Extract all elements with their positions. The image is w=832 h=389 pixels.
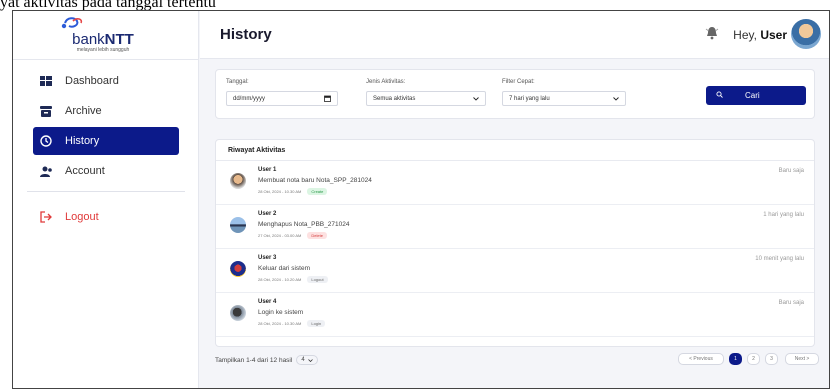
notification-bell-icon[interactable] bbox=[705, 26, 719, 40]
logout-label: Logout bbox=[65, 211, 99, 223]
sidebar-item-account[interactable]: Account bbox=[33, 157, 179, 185]
avatar bbox=[230, 305, 246, 321]
account-icon bbox=[39, 164, 53, 178]
activity-row[interactable]: User 3 Keluar dari sistem 28 Okt, 2024 -… bbox=[216, 249, 814, 293]
activity-timestamp: 28 Okt, 2024 - 10.20 AM bbox=[258, 277, 302, 282]
activity-meta: 28 Okt, 2024 - 10.30 AM Create bbox=[258, 188, 328, 195]
activity-description: Login ke sistem bbox=[258, 309, 304, 316]
chevron-down-icon bbox=[613, 96, 619, 101]
activity-row[interactable]: User 2 Menghapus Nota_PBB_271024 27 Okt,… bbox=[216, 205, 814, 249]
chevron-down-icon bbox=[307, 358, 313, 362]
pagination-info: Tampilkan 1-4 dari 12 hasil 4 bbox=[215, 355, 318, 365]
dashboard-icon bbox=[39, 74, 53, 88]
activity-relative-time: Baru saja bbox=[778, 168, 804, 174]
sidebar-item-dashboard[interactable]: Dashboard bbox=[33, 67, 179, 95]
search-button[interactable]: Cari bbox=[706, 86, 806, 105]
sidebar-item-label: History bbox=[65, 135, 100, 147]
logout-icon bbox=[39, 210, 53, 224]
archive-icon bbox=[39, 104, 53, 118]
activity-type-label: Jenis Aktivitas: bbox=[366, 79, 406, 85]
divider bbox=[13, 59, 199, 60]
avatar bbox=[230, 217, 246, 233]
activity-row[interactable]: User 1 Membuat nota baru Nota_SPP_281024… bbox=[216, 161, 814, 205]
activity-user: User 4 bbox=[258, 299, 277, 305]
next-page-button[interactable]: Next > bbox=[785, 353, 819, 365]
activity-user: User 1 bbox=[258, 167, 277, 173]
logout-button[interactable]: Logout bbox=[33, 203, 179, 231]
activity-relative-time: 1 hari yang lalu bbox=[763, 212, 804, 218]
activity-timestamp: 27 Okt, 2024 - 03.00 AM bbox=[258, 233, 302, 238]
status-badge: Delete bbox=[307, 232, 327, 239]
sidebar-item-label: Dashboard bbox=[65, 75, 119, 87]
chevron-down-icon bbox=[473, 96, 479, 101]
calendar-icon[interactable] bbox=[324, 95, 331, 102]
sidebar-item-label: Archive bbox=[65, 105, 102, 117]
status-badge: Create bbox=[307, 188, 328, 195]
date-filter-label: Tanggal: bbox=[226, 79, 249, 85]
date-input[interactable]: dd/mm/yyyy bbox=[226, 91, 338, 106]
top-header: History Hey, User bbox=[200, 11, 829, 59]
filter-panel: Tanggal: dd/mm/yyyy Jenis Aktivitas: Sem… bbox=[215, 69, 815, 119]
activity-type-select[interactable]: Semua aktivitas bbox=[366, 91, 486, 106]
activity-panel-title: Riwayat Aktivitas bbox=[228, 147, 286, 154]
search-icon bbox=[716, 91, 723, 100]
page-3-button[interactable]: 3 bbox=[765, 353, 778, 365]
avatar bbox=[230, 261, 246, 277]
user-avatar[interactable] bbox=[791, 19, 821, 49]
status-badge: Login bbox=[307, 320, 326, 327]
quick-filter-label: Filter Cepat: bbox=[502, 79, 535, 85]
activity-panel: Riwayat Aktivitas User 1 Membuat nota ba… bbox=[215, 139, 815, 347]
avatar bbox=[230, 173, 246, 189]
sidebar-item-archive[interactable]: Archive bbox=[33, 97, 179, 125]
sidebar: bankNTT melayani lebih sungguh Dashboard… bbox=[13, 11, 199, 388]
activity-description: Keluar dari sistem bbox=[258, 265, 311, 272]
previous-page-button[interactable]: < Previous bbox=[678, 353, 724, 365]
activity-timestamp: 28 Okt, 2024 - 10.30 AM bbox=[258, 189, 302, 194]
bank-logo[interactable]: bankNTT melayani lebih sungguh bbox=[53, 15, 153, 59]
activity-meta: 28 Okt, 2024 - 10.20 AM Logout bbox=[258, 276, 328, 283]
page-title: History bbox=[220, 26, 272, 43]
page-2-button[interactable]: 2 bbox=[747, 353, 760, 365]
page-1-button[interactable]: 1 bbox=[729, 353, 742, 365]
user-greeting: Hey, User bbox=[733, 28, 787, 42]
activity-description: Menghapus Nota_PBB_271024 bbox=[258, 221, 350, 228]
quick-filter-select[interactable]: 7 hari yang lalu bbox=[502, 91, 626, 106]
activity-timestamp: 28 Okt, 2024 - 10.30 AM bbox=[258, 321, 302, 326]
search-button-label: Cari bbox=[745, 91, 760, 100]
sidebar-item-label: Account bbox=[65, 165, 105, 177]
activity-meta: 27 Okt, 2024 - 03.00 AM Delete bbox=[258, 232, 327, 239]
per-page-select[interactable]: 4 bbox=[296, 355, 318, 365]
app-window: bankNTT melayani lebih sungguh Dashboard… bbox=[12, 10, 830, 389]
history-icon bbox=[39, 134, 53, 148]
status-badge: Logout bbox=[307, 276, 328, 283]
sidebar-item-history[interactable]: History bbox=[33, 127, 179, 155]
divider bbox=[27, 191, 185, 192]
activity-relative-time: Baru saja bbox=[778, 300, 804, 306]
activity-meta: 28 Okt, 2024 - 10.30 AM Login bbox=[258, 320, 326, 327]
logo-text: bankNTT bbox=[72, 31, 134, 48]
activity-row[interactable]: User 4 Login ke sistem 28 Okt, 2024 - 10… bbox=[216, 293, 814, 337]
activity-relative-time: 10 menit yang lalu bbox=[755, 256, 804, 262]
logo-tagline: melayani lebih sungguh bbox=[76, 47, 130, 53]
activity-user: User 2 bbox=[258, 211, 277, 217]
activity-description: Membuat nota baru Nota_SPP_281024 bbox=[258, 177, 372, 184]
activity-user: User 3 bbox=[258, 255, 277, 261]
